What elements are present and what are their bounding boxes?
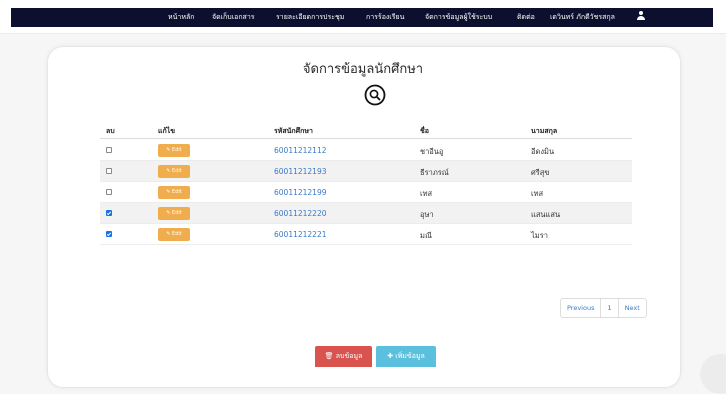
edit-button[interactable]: ✎ Edit <box>158 228 190 241</box>
header-student-id: รหัสนักศึกษา <box>274 127 313 135</box>
last-name: ไมรา <box>531 231 548 240</box>
trash-icon: 🗑 <box>324 352 334 360</box>
nav-home[interactable]: หน้าหลัก <box>168 12 194 23</box>
student-id-link[interactable]: 60011212193 <box>274 167 327 176</box>
add-button[interactable]: ✚ เพิ่มข้อมูล <box>376 346 436 367</box>
table-row: ✎ Edit 60011212221 มณี ไมรา <box>100 224 632 245</box>
last-name: แสนแสน <box>531 210 561 219</box>
edit-button[interactable]: ✎ Edit <box>158 186 190 199</box>
header-edit: แก้ไข <box>158 127 176 135</box>
student-id-link[interactable]: 60011212112 <box>274 146 327 155</box>
table-row: ✎ Edit 60011212112 ชาอีนอู อีดงมิน <box>100 140 632 161</box>
table-header-divider <box>100 138 632 139</box>
plus-icon: ✚ <box>387 352 394 360</box>
student-id-link[interactable]: 60011212199 <box>274 188 327 197</box>
delete-checkbox[interactable] <box>106 168 112 174</box>
pagination: Previous 1 Next <box>560 298 647 318</box>
last-name: ศรีสุข <box>531 168 550 177</box>
delete-button[interactable]: 🗑 ลบข้อมูล <box>315 346 372 367</box>
edit-button[interactable]: ✎ Edit <box>158 144 190 157</box>
search-icon[interactable] <box>364 84 386 106</box>
nav-user-name[interactable]: เดวินทร์ ภักดีวัชรสกุล <box>550 12 615 23</box>
delete-checkbox[interactable] <box>106 210 112 216</box>
last-name: เทส <box>531 189 544 198</box>
nav-complaints[interactable]: การร้องเรียน <box>366 12 404 23</box>
header-delete: ลบ <box>106 127 115 135</box>
first-name: เทส <box>420 189 433 198</box>
pagination-next[interactable]: Next <box>619 299 646 317</box>
first-name: มณี <box>420 231 432 240</box>
table-row: ✎ Edit 60011212199 เทส เทส <box>100 182 632 203</box>
add-button-label: เพิ่มข้อมูล <box>395 352 425 360</box>
nav-user-management[interactable]: จัดการข้อมูลผู้ใช้ระบบ <box>425 12 492 23</box>
delete-checkbox[interactable] <box>106 189 112 195</box>
nav-meeting-details[interactable]: รายละเอียดการประชุม <box>276 12 344 23</box>
first-name: ชาอีนอู <box>420 147 444 156</box>
header-last-name: นามสกุล <box>531 127 558 135</box>
edit-button[interactable]: ✎ Edit <box>158 207 190 220</box>
last-name: อีดงมิน <box>531 147 555 156</box>
student-id-link[interactable]: 60011212220 <box>274 209 327 218</box>
table-row: ✎ Edit 60011212193 ธีราภรณ์ ศรีสุข <box>100 161 632 182</box>
header-first-name: ชื่อ <box>420 127 429 135</box>
first-name: อุษา <box>420 210 434 219</box>
student-id-link[interactable]: 60011212221 <box>274 230 327 239</box>
user-icon[interactable] <box>637 11 645 20</box>
table-row: ✎ Edit 60011212220 อุษา แสนแสน <box>100 203 632 224</box>
delete-checkbox[interactable] <box>106 147 112 153</box>
nav-documents[interactable]: จัดเก็บเอกสาร <box>212 12 255 23</box>
floating-corner-button[interactable] <box>700 354 726 394</box>
delete-button-label: ลบข้อมูล <box>335 352 363 360</box>
page-title: จัดการข้อมูลนักศึกษา <box>302 62 424 77</box>
first-name: ธีราภรณ์ <box>420 168 449 177</box>
navbar: หน้าหลัก จัดเก็บเอกสาร รายละเอียดการประช… <box>0 0 726 34</box>
edit-button[interactable]: ✎ Edit <box>158 165 190 178</box>
pagination-previous[interactable]: Previous <box>561 299 600 317</box>
delete-checkbox[interactable] <box>106 231 112 237</box>
pagination-page[interactable]: 1 <box>600 299 619 317</box>
nav-contact[interactable]: ติดต่อ <box>517 12 535 23</box>
